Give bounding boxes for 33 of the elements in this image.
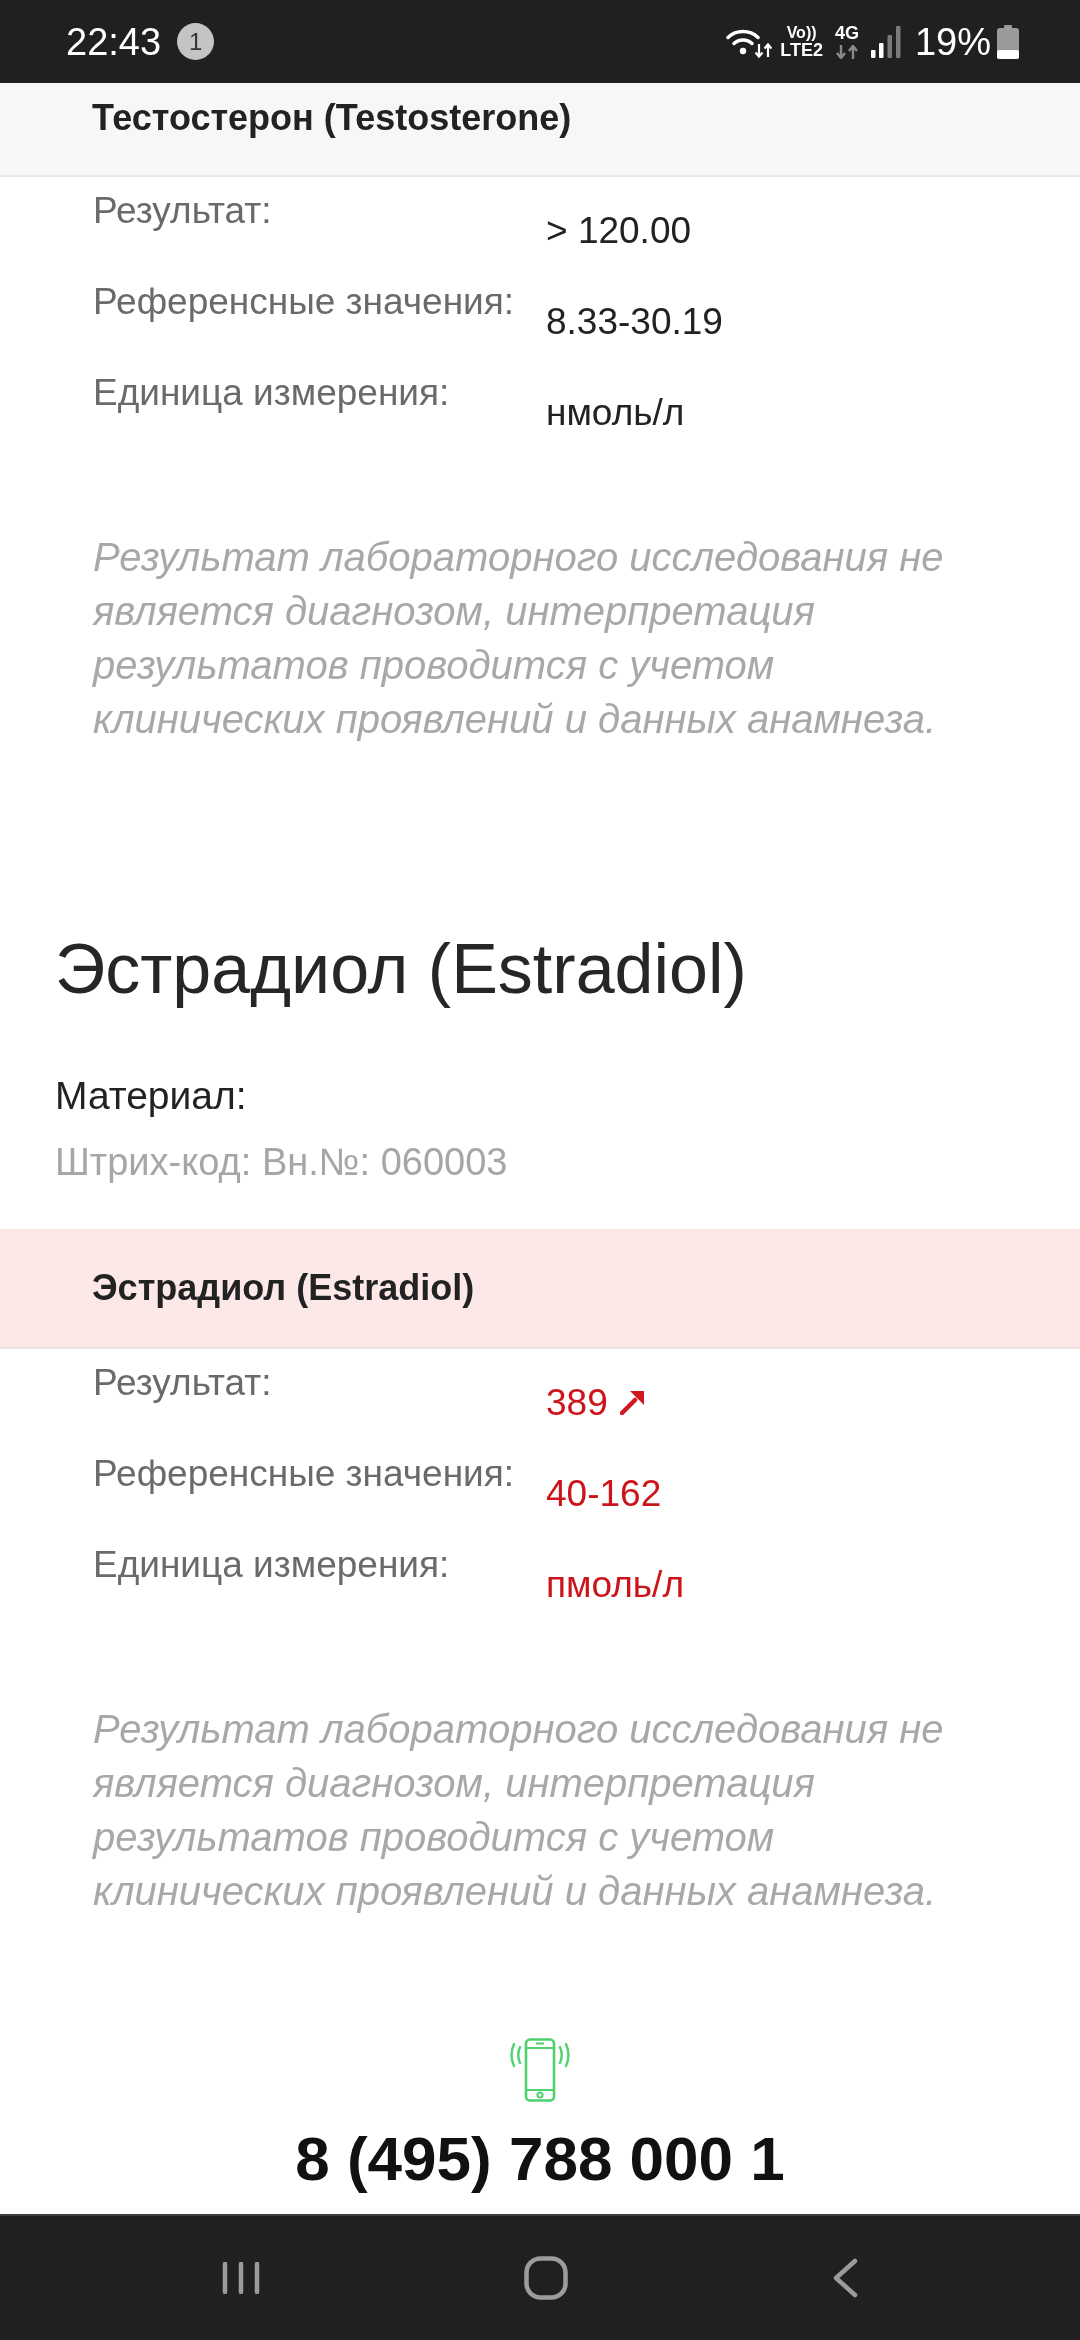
field-label: Единица измерения: bbox=[93, 371, 450, 415]
field-label: Результат: bbox=[93, 1361, 272, 1405]
data-arrows-icon bbox=[834, 45, 859, 59]
lte-label: LTE2 bbox=[780, 40, 823, 60]
vibrating-phone-icon bbox=[509, 2038, 571, 2102]
back-icon[interactable] bbox=[832, 2258, 858, 2298]
disclaimer-text: Результат лабораторного исследования не является диагнозом, интерпретация результатов проводится с учетом клинических проявлений и данных анамнеза. bbox=[93, 1706, 945, 1915]
field-value: 8.33-30.19 bbox=[546, 300, 723, 344]
volte-label: Vo)) bbox=[786, 23, 817, 41]
field-value: пмоль/л bbox=[546, 1563, 684, 1607]
home-icon[interactable] bbox=[524, 2256, 568, 2300]
field-value: нмоль/л bbox=[546, 391, 685, 435]
test-name: Эстрадиол (Estradiol) bbox=[92, 1266, 475, 1310]
field-label: Результат: bbox=[93, 189, 272, 233]
field-value: > 120.00 bbox=[546, 209, 692, 253]
phone-number-link[interactable]: 8 (495) 788 000 1 bbox=[295, 2122, 785, 2196]
field-label: Референсные значения: bbox=[93, 280, 515, 324]
signal-icon bbox=[870, 25, 901, 58]
status-time: 22:43 bbox=[66, 19, 162, 64]
network-type-label: 4G bbox=[834, 24, 859, 43]
barcode-text: Штрих-код: Вн.№: 060003 bbox=[55, 1140, 508, 1185]
field-label: Референсные значения: bbox=[93, 1452, 515, 1496]
disclaimer-text: Результат лабораторного исследования не является диагнозом, интерпретация результатов проводится с учетом клинических проявлений и данных анамнеза. bbox=[93, 534, 945, 743]
section-title: Эстрадиол (Estradiol) bbox=[55, 929, 747, 1010]
battery-icon bbox=[997, 24, 1019, 59]
field-value: 389 bbox=[546, 1381, 608, 1425]
recent-apps-icon[interactable] bbox=[222, 2262, 260, 2294]
notification-count-badge: 1 bbox=[177, 23, 215, 60]
material-label: Материал: bbox=[55, 1073, 247, 1119]
field-value: 40-162 bbox=[546, 1472, 662, 1516]
battery-percent: 19% bbox=[914, 19, 991, 64]
test-name: Тестостерон (Testosterone) bbox=[92, 96, 572, 140]
field-label: Единица измерения: bbox=[93, 1543, 450, 1587]
